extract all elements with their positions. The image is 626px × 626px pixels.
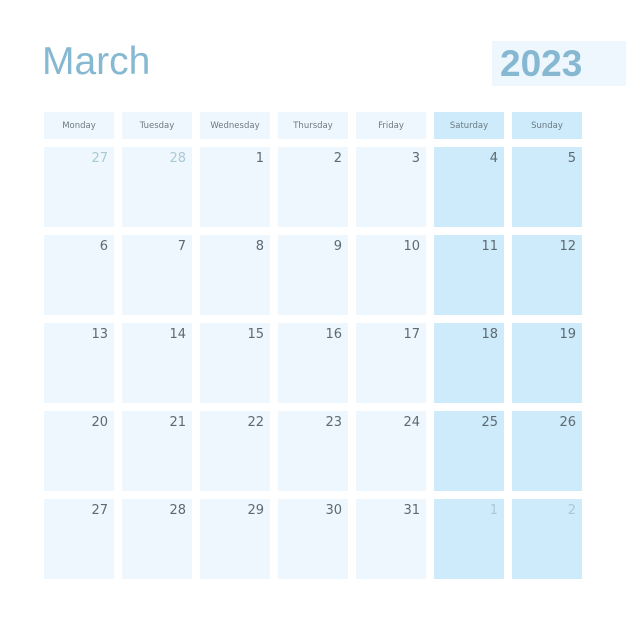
day-number: 5 <box>567 151 576 166</box>
day-number: 31 <box>403 503 420 518</box>
day-number: 18 <box>481 327 498 342</box>
day-cell[interactable]: 12 <box>512 235 582 315</box>
day-number: 11 <box>481 239 498 254</box>
day-cell[interactable]: 6 <box>44 235 114 315</box>
day-cell[interactable]: 18 <box>434 323 504 403</box>
day-cell[interactable]: 30 <box>278 499 348 579</box>
day-cell[interactable]: 25 <box>434 411 504 491</box>
day-cell[interactable]: 3 <box>356 147 426 227</box>
day-number: 27 <box>91 151 108 166</box>
day-number: 1 <box>489 503 498 518</box>
day-cell[interactable]: 4 <box>434 147 504 227</box>
day-cell[interactable]: 22 <box>200 411 270 491</box>
day-number: 17 <box>403 327 420 342</box>
weekday-header-thursday: Thursday <box>278 112 348 139</box>
day-cell[interactable]: 29 <box>200 499 270 579</box>
day-number: 10 <box>403 239 420 254</box>
day-number: 16 <box>325 327 342 342</box>
day-number: 6 <box>99 239 108 254</box>
day-number: 30 <box>325 503 342 518</box>
day-cell[interactable]: 10 <box>356 235 426 315</box>
day-cell[interactable]: 9 <box>278 235 348 315</box>
day-cell[interactable]: 31 <box>356 499 426 579</box>
year-title: 2023 <box>500 43 583 84</box>
day-number: 2 <box>333 151 342 166</box>
month-title: March <box>42 40 151 83</box>
day-cell[interactable]: 5 <box>512 147 582 227</box>
day-cell[interactable]: 8 <box>200 235 270 315</box>
day-number: 23 <box>325 415 342 430</box>
day-cell[interactable]: 16 <box>278 323 348 403</box>
day-cell[interactable]: 13 <box>44 323 114 403</box>
weekday-header-monday: Monday <box>44 112 114 139</box>
weekday-header-friday: Friday <box>356 112 426 139</box>
day-number: 26 <box>559 415 576 430</box>
day-number: 14 <box>169 327 186 342</box>
day-cell[interactable]: 20 <box>44 411 114 491</box>
day-cell[interactable]: 26 <box>512 411 582 491</box>
day-cell[interactable]: 15 <box>200 323 270 403</box>
day-number: 19 <box>559 327 576 342</box>
day-number: 22 <box>247 415 264 430</box>
day-number: 13 <box>91 327 108 342</box>
day-number: 9 <box>333 239 342 254</box>
day-number: 12 <box>559 239 576 254</box>
day-number: 15 <box>247 327 264 342</box>
day-cell[interactable]: 28 <box>122 499 192 579</box>
day-cell[interactable]: 28 <box>122 147 192 227</box>
day-number: 21 <box>169 415 186 430</box>
weekday-header-saturday: Saturday <box>434 112 504 139</box>
day-number: 3 <box>411 151 420 166</box>
day-number: 7 <box>177 239 186 254</box>
weekday-header-wednesday: Wednesday <box>200 112 270 139</box>
day-cell[interactable]: 14 <box>122 323 192 403</box>
day-number: 8 <box>255 239 264 254</box>
day-number: 24 <box>403 415 420 430</box>
weekday-header-tuesday: Tuesday <box>122 112 192 139</box>
day-number: 28 <box>169 151 186 166</box>
day-cell[interactable]: 23 <box>278 411 348 491</box>
day-number: 25 <box>481 415 498 430</box>
weekday-header-sunday: Sunday <box>512 112 582 139</box>
day-number: 4 <box>489 151 498 166</box>
day-cell[interactable]: 27 <box>44 147 114 227</box>
day-number: 29 <box>247 503 264 518</box>
day-cell[interactable]: 11 <box>434 235 504 315</box>
day-cell[interactable]: 17 <box>356 323 426 403</box>
day-number: 28 <box>169 503 186 518</box>
day-cell[interactable]: 2 <box>278 147 348 227</box>
day-cell[interactable]: 19 <box>512 323 582 403</box>
day-number: 27 <box>91 503 108 518</box>
day-cell[interactable]: 1 <box>434 499 504 579</box>
day-cell[interactable]: 24 <box>356 411 426 491</box>
day-cell[interactable]: 1 <box>200 147 270 227</box>
day-number: 1 <box>255 151 264 166</box>
day-cell[interactable]: 7 <box>122 235 192 315</box>
day-cell[interactable]: 21 <box>122 411 192 491</box>
day-cell[interactable]: 2 <box>512 499 582 579</box>
day-number: 2 <box>567 503 576 518</box>
day-cell[interactable]: 27 <box>44 499 114 579</box>
day-number: 20 <box>91 415 108 430</box>
